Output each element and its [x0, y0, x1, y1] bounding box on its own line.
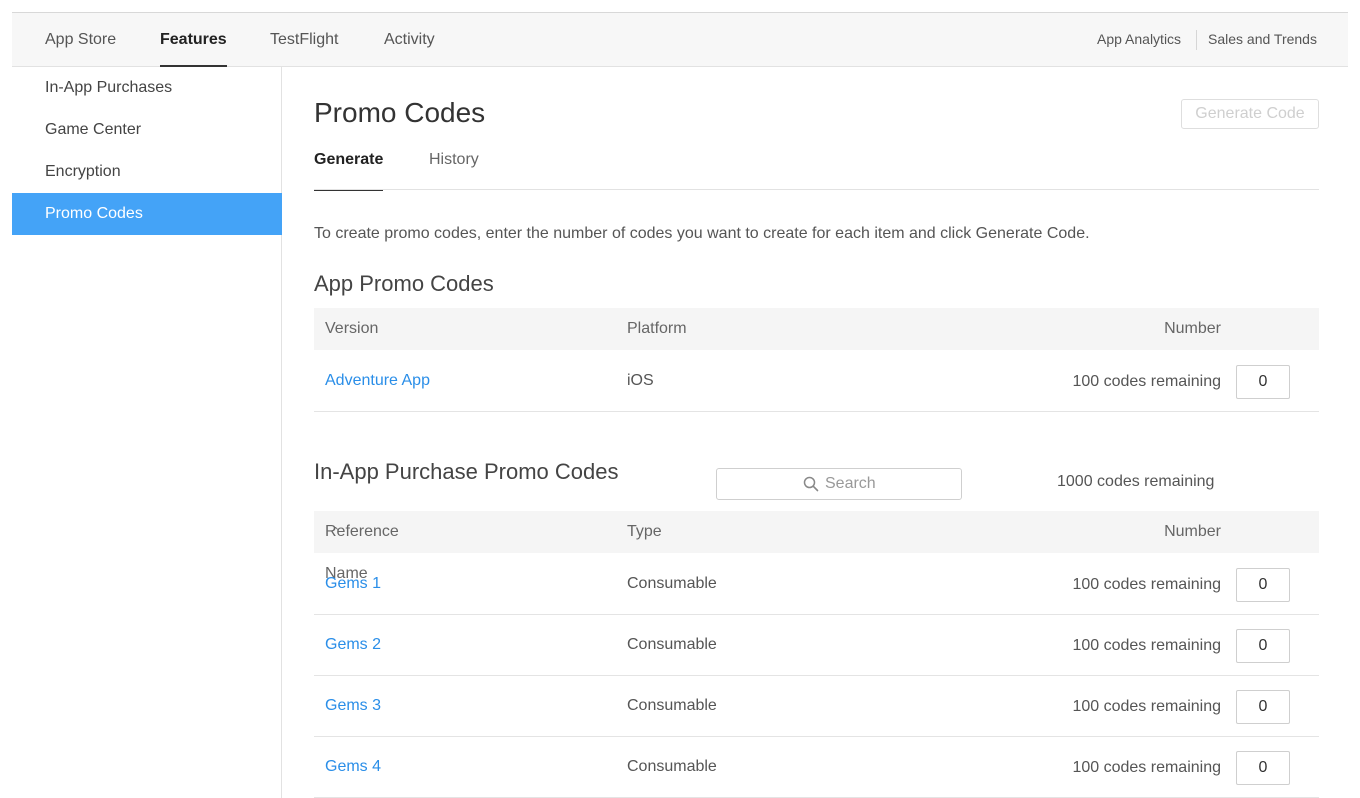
iap-name-link[interactable]: Gems 2 [325, 615, 381, 675]
codes-remaining: 100 codes remaining [1072, 576, 1221, 593]
tab-generate[interactable]: Generate [314, 141, 384, 191]
instructions-text: To create promo codes, enter the number … [314, 225, 1090, 242]
table-row: Gems 4 Consumable 100 codes remaining [314, 737, 1319, 798]
search-placeholder: Search [825, 475, 876, 492]
codes-remaining: 100 codes remaining [1072, 373, 1221, 390]
iap-name-link[interactable]: Gems 3 [325, 676, 381, 736]
app-promo-codes-title: App Promo Codes [314, 271, 494, 296]
generate-code-button[interactable]: Generate Code [1181, 99, 1319, 129]
sidebar-item-game-center[interactable]: Game Center [12, 109, 281, 151]
code-quantity-input[interactable] [1236, 365, 1290, 399]
app-promo-table-header: Version Platform Number [314, 308, 1319, 350]
search-input[interactable]: Search [716, 468, 962, 500]
header-platform: Platform [627, 320, 687, 337]
app-name-link[interactable]: Adventure App [325, 351, 430, 411]
top-nav: App Store Features TestFlight Activity A… [12, 13, 1348, 67]
sidebar-item-in-app-purchases[interactable]: In-App Purchases [12, 67, 281, 109]
sort-ascending-icon: ⌃ [331, 526, 341, 538]
code-quantity-input[interactable] [1236, 568, 1290, 602]
tab-features[interactable]: Features [160, 13, 227, 67]
sidebar: In-App Purchases Game Center Encryption … [12, 67, 282, 798]
sidebar-item-encryption[interactable]: Encryption [12, 151, 281, 193]
tab-activity[interactable]: Activity [384, 13, 435, 67]
iap-name-link[interactable]: Gems 1 [325, 554, 381, 614]
iap-promo-codes-title: In-App Purchase Promo Codes [314, 459, 619, 484]
iap-codes-remaining: 1000 codes remaining [1057, 473, 1215, 490]
subtabs: Generate History [314, 141, 1319, 191]
codes-remaining: 100 codes remaining [1072, 759, 1221, 776]
code-quantity-input[interactable] [1236, 690, 1290, 724]
type-value: Consumable [627, 575, 717, 592]
sales-and-trends-link[interactable]: Sales and Trends [1208, 13, 1317, 67]
type-value: Consumable [627, 697, 717, 714]
type-value: Consumable [627, 636, 717, 653]
header-number: Number [1164, 320, 1221, 337]
app-frame: App Store Features TestFlight Activity A… [12, 12, 1348, 798]
codes-remaining: 100 codes remaining [1072, 698, 1221, 715]
search-icon [803, 476, 819, 492]
header-number: Number [1164, 523, 1221, 540]
tab-history[interactable]: History [429, 141, 479, 190]
page-title: Promo Codes [314, 97, 486, 128]
table-row: Gems 1 Consumable 100 codes remaining [314, 554, 1319, 615]
nav-divider [1196, 30, 1197, 50]
code-quantity-input[interactable] [1236, 751, 1290, 785]
app-analytics-link[interactable]: App Analytics [1097, 13, 1181, 67]
iap-table-header: Reference Name ⌃ Type Number [314, 511, 1319, 582]
platform-value: iOS [627, 372, 654, 389]
sidebar-item-promo-codes[interactable]: Promo Codes [12, 193, 282, 235]
table-row: Adventure App iOS 100 codes remaining [314, 351, 1319, 412]
main-content: Promo Codes Generate Code Generate Histo… [314, 67, 1319, 798]
tab-app-store[interactable]: App Store [45, 13, 116, 67]
tab-testflight[interactable]: TestFlight [270, 13, 338, 67]
code-quantity-input[interactable] [1236, 629, 1290, 663]
type-value: Consumable [627, 758, 717, 775]
iap-name-link[interactable]: Gems 4 [325, 737, 381, 797]
header-version: Version [325, 320, 379, 337]
codes-remaining: 100 codes remaining [1072, 637, 1221, 654]
table-row: Gems 2 Consumable 100 codes remaining [314, 615, 1319, 676]
header-type: Type [627, 523, 662, 540]
table-row: Gems 3 Consumable 100 codes remaining [314, 676, 1319, 737]
